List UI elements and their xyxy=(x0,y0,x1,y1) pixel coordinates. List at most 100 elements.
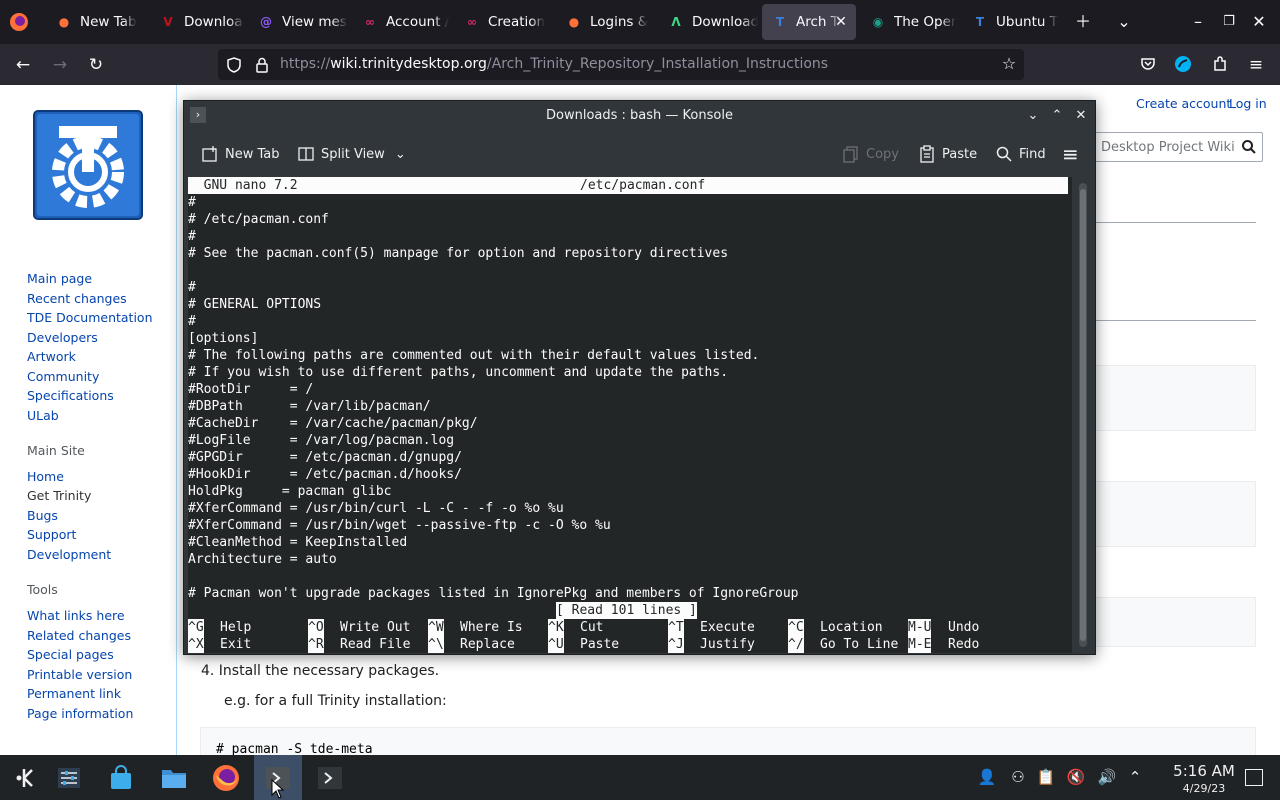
shortcut-label: Go To Line xyxy=(820,637,899,652)
back-arrow-icon[interactable]: ← xyxy=(10,52,36,78)
clock-time[interactable]: 5:16 AM xyxy=(1153,762,1255,780)
terminal-line: # GENERAL OPTIONS xyxy=(188,297,322,312)
discover-task[interactable] xyxy=(97,755,145,800)
tab-label: Account / xyxy=(386,14,450,30)
konsole-task[interactable] xyxy=(306,755,354,800)
sidebar-link-artwork[interactable]: Artwork xyxy=(27,349,76,364)
account-avatar-icon[interactable] xyxy=(1174,55,1192,73)
terminal-line: # xyxy=(188,280,196,295)
clipboard-icon[interactable]: 📋 xyxy=(1036,767,1056,787)
sidebar-link-support[interactable]: Support xyxy=(27,527,76,542)
lock-icon[interactable] xyxy=(253,56,271,74)
tab[interactable]: V Downloads xyxy=(150,4,244,40)
trinity-icon: T xyxy=(975,15,985,29)
kde-launcher-icon xyxy=(16,768,33,787)
tab[interactable]: Λ Downloads xyxy=(658,4,758,40)
sidebar-link-bugs[interactable]: Bugs xyxy=(27,508,58,523)
terminal-icon xyxy=(318,766,342,789)
forward-arrow-icon[interactable]: → xyxy=(47,52,73,78)
tab[interactable]: ∞ Account / xyxy=(352,4,450,40)
paste-button[interactable]: Paste xyxy=(918,143,977,165)
shortcut-label: Location xyxy=(820,620,883,635)
hamburger-menu-icon[interactable]: ≡ xyxy=(1062,142,1079,166)
user-icon[interactable]: 👤 xyxy=(977,767,997,787)
close-tab-icon[interactable]: ✕ xyxy=(832,13,850,31)
url-bar[interactable]: https://wiki.trinitydesktop.org/Arch_Tri… xyxy=(218,49,1024,80)
tab-active[interactable]: T Arch Tr ✕ xyxy=(762,4,856,40)
close-icon[interactable]: ✕ xyxy=(1071,106,1091,126)
scrollbar-thumb[interactable] xyxy=(1080,189,1086,641)
clock-date[interactable]: 4/29/23 xyxy=(1153,782,1255,795)
system-settings-task[interactable] xyxy=(45,755,93,800)
tab[interactable]: ● Logins & xyxy=(556,4,654,40)
tab-label: Downloads xyxy=(692,14,758,30)
file-manager-task[interactable] xyxy=(150,755,198,800)
close-window-button[interactable]: ✕ xyxy=(1247,10,1271,34)
minimize-button[interactable]: – xyxy=(1186,10,1210,34)
create-account-link[interactable]: Create account xyxy=(1136,96,1231,111)
sidebar-link-home[interactable]: Home xyxy=(27,469,64,484)
sidebar-link-specifications[interactable]: Specifications xyxy=(27,388,114,403)
firefox-task[interactable] xyxy=(202,755,250,800)
pocket-icon[interactable] xyxy=(1139,55,1157,73)
list-tabs-chevron-icon[interactable]: ⌄ xyxy=(1112,10,1136,34)
tab[interactable]: ● New Tab xyxy=(46,4,146,40)
login-link[interactable]: Log in xyxy=(1229,96,1267,111)
browser-nav-bar: ← → ↻ https://wiki.trinitydesktop.org/Ar… xyxy=(0,44,1280,85)
sidebar-link-developers[interactable]: Developers xyxy=(27,330,98,345)
tab-label: Creation xyxy=(488,14,546,30)
extensions-icon[interactable] xyxy=(1211,55,1229,73)
sidebar-link-special-pages[interactable]: Special pages xyxy=(27,647,114,662)
tab[interactable]: @ View messages xyxy=(248,4,348,40)
terminal-line: #HookDir = /etc/pacman.d/hooks/ xyxy=(188,467,462,482)
find-button[interactable]: Find xyxy=(995,143,1046,165)
copy-label: Copy xyxy=(866,146,899,162)
sidebar-link-recent-changes[interactable]: Recent changes xyxy=(27,291,127,306)
terminal-scrollbar[interactable] xyxy=(1079,183,1087,647)
user-switcher-icon[interactable]: ⚇ xyxy=(1008,767,1028,787)
tab[interactable]: T Ubuntu T xyxy=(962,4,1060,40)
new-tab-button[interactable]: New Tab xyxy=(201,143,280,165)
sidebar-link-what-links-here[interactable]: What links here xyxy=(27,608,125,623)
tray-expand-chevron-icon[interactable]: ⌃ xyxy=(1125,767,1145,787)
url-host: wiki.trinitydesktop.org xyxy=(330,56,487,72)
sidebar-link-related-changes[interactable]: Related changes xyxy=(27,628,131,643)
sidebar-link-main-page[interactable]: Main page xyxy=(27,271,92,286)
sidebar-link-permanent-link[interactable]: Permanent link xyxy=(27,686,121,701)
search-icon[interactable] xyxy=(1241,139,1257,155)
wiki-search-input[interactable]: Desktop Project Wiki xyxy=(1093,132,1263,162)
shortcut-key: ^T xyxy=(668,619,684,636)
sidebar-heading-main-site: Main Site xyxy=(27,443,85,458)
sidebar-link-ulab[interactable]: ULab xyxy=(27,408,59,423)
bookmark-star-icon[interactable]: ☆ xyxy=(996,51,1022,77)
reload-icon[interactable]: ↻ xyxy=(83,52,109,78)
application-launcher[interactable] xyxy=(0,755,48,800)
muted-speaker-icon[interactable]: 🔇 xyxy=(1066,767,1086,787)
new-tab-button[interactable]: ＋ xyxy=(1071,10,1095,34)
terminal-area[interactable]: GNU nano 7.2/etc/pacman.conf # # /etc/pac… xyxy=(188,177,1072,653)
split-view-button[interactable]: Split View ⌄ xyxy=(297,143,406,165)
sidebar-link-page-information[interactable]: Page information xyxy=(27,706,133,721)
show-desktop-icon[interactable] xyxy=(1245,769,1263,786)
tracking-shield-icon[interactable] xyxy=(225,56,243,74)
url-text[interactable]: https://wiki.trinitydesktop.org/Arch_Tri… xyxy=(280,56,828,72)
sidebar-link-development[interactable]: Development xyxy=(27,547,111,562)
maximize-button[interactable]: ❐ xyxy=(1217,10,1241,34)
tab[interactable]: ◉ The Oper xyxy=(860,4,958,40)
copy-button[interactable]: Copy xyxy=(842,143,899,165)
shortcut-key: ^\ xyxy=(428,636,444,653)
chevron-up-icon[interactable]: ⌃ xyxy=(1047,106,1067,126)
volume-icon[interactable]: 🔊 xyxy=(1097,767,1117,787)
sidebar-link-community[interactable]: Community xyxy=(27,369,99,384)
chevron-down-icon[interactable]: ⌄ xyxy=(395,147,406,162)
sidebar-link-get-trinity[interactable]: Get Trinity xyxy=(27,488,91,503)
chevron-down-icon[interactable]: ⌄ xyxy=(1023,106,1043,126)
app-menu-icon[interactable]: ≡ xyxy=(1243,52,1269,78)
konsole-titlebar[interactable]: › Downloads : bash — Konsole ⌄ ⌃ ✕ xyxy=(184,101,1095,131)
sidebar-link-tde-documentation[interactable]: TDE Documentation xyxy=(27,310,153,325)
tab[interactable]: ∞ Creation xyxy=(454,4,552,40)
trinity-logo-icon[interactable] xyxy=(33,110,143,220)
firefox-view-icon[interactable] xyxy=(8,11,30,33)
terminal-line: # If you wish to use different paths, un… xyxy=(188,365,729,380)
sidebar-link-printable-version[interactable]: Printable version xyxy=(27,667,132,682)
